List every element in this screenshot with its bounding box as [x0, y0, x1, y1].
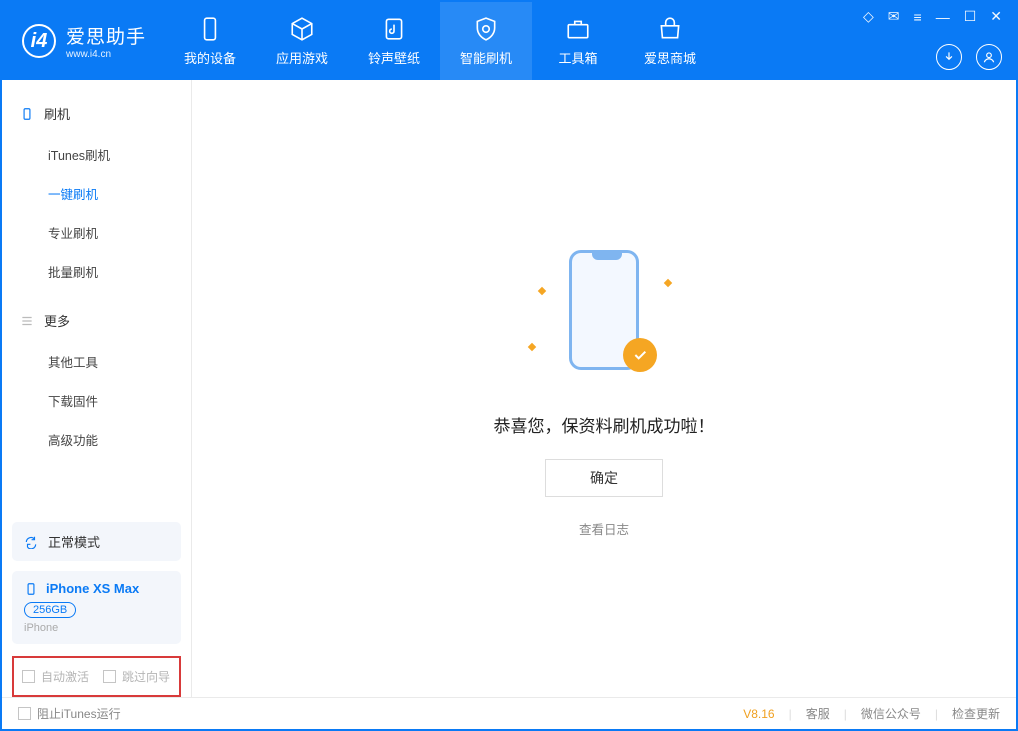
nav-ringtone-wallpaper[interactable]: 铃声壁纸: [348, 2, 440, 80]
check-update-link[interactable]: 检查更新: [952, 705, 1000, 722]
window-controls: ◇ ✉ ≡ — ☐ ✕: [863, 8, 1002, 25]
nav-label: 智能刷机: [460, 48, 512, 67]
logo-icon: i4: [22, 24, 56, 58]
nav-label: 应用游戏: [276, 48, 328, 67]
nav-store[interactable]: 爱思商城: [624, 2, 716, 80]
footer: 阻止iTunes运行 V8.16 | 客服 | 微信公众号 | 检查更新: [2, 697, 1016, 729]
menu-icon[interactable]: ≡: [914, 9, 922, 25]
checkbox-label: 跳过向导: [122, 668, 170, 685]
checkbox-icon: [103, 670, 116, 683]
sidebar-item-itunes-flash[interactable]: iTunes刷机: [2, 135, 191, 174]
success-illustration: [529, 240, 679, 390]
wechat-link[interactable]: 微信公众号: [861, 705, 921, 722]
sidebar-item-oneclick-flash[interactable]: 一键刷机: [2, 174, 191, 213]
checkbox-label: 阻止iTunes运行: [37, 705, 121, 722]
cube-icon: [289, 16, 315, 42]
device-icon: [20, 107, 34, 121]
version-label: V8.16: [743, 707, 774, 721]
check-badge-icon: [623, 338, 657, 372]
music-file-icon: [381, 16, 407, 42]
device-subtype: iPhone: [24, 622, 169, 634]
minimize-button[interactable]: —: [936, 9, 950, 25]
nav-tabs: 我的设备 应用游戏 铃声壁纸 智能刷机 工具箱 爱思商城: [164, 2, 716, 80]
device-info-box[interactable]: iPhone XS Max 256GB iPhone: [12, 571, 181, 644]
sidebar-group-label: 更多: [44, 311, 70, 330]
briefcase-icon: [565, 16, 591, 42]
device-mode-box[interactable]: 正常模式: [12, 522, 181, 561]
app-subtitle: www.i4.cn: [66, 49, 146, 60]
sidebar: 刷机 iTunes刷机 一键刷机 专业刷机 批量刷机 更多 其他工具 下载固件 …: [2, 80, 192, 697]
success-message: 恭喜您，保资料刷机成功啦！: [494, 412, 715, 437]
refresh-icon: [24, 535, 38, 549]
phone-icon: [24, 582, 38, 596]
nav-smart-flash[interactable]: 智能刷机: [440, 2, 532, 80]
nav-toolbox[interactable]: 工具箱: [532, 2, 624, 80]
shirt-icon[interactable]: ◇: [863, 8, 874, 25]
sidebar-item-advanced[interactable]: 高级功能: [2, 420, 191, 459]
header: i4 爱思助手 www.i4.cn 我的设备 应用游戏 铃声壁纸 智能刷机: [2, 2, 1016, 80]
close-button[interactable]: ✕: [990, 8, 1002, 25]
device-capacity: 256GB: [24, 602, 76, 618]
nav-my-device[interactable]: 我的设备: [164, 2, 256, 80]
view-log-link[interactable]: 查看日志: [579, 519, 629, 538]
device-mode-label: 正常模式: [48, 532, 100, 551]
user-button[interactable]: [976, 44, 1002, 70]
sidebar-group-flash: 刷机: [2, 98, 191, 129]
logo: i4 爱思助手 www.i4.cn: [2, 2, 164, 80]
list-icon: [20, 314, 34, 328]
checkbox-icon: [22, 670, 35, 683]
checkbox-block-itunes[interactable]: 阻止iTunes运行: [18, 705, 121, 722]
checkbox-label: 自动激活: [41, 668, 89, 685]
store-icon: [657, 16, 683, 42]
sidebar-group-label: 刷机: [44, 104, 70, 123]
nav-apps-games[interactable]: 应用游戏: [256, 2, 348, 80]
nav-label: 爱思商城: [644, 48, 696, 67]
nav-label: 工具箱: [559, 48, 598, 67]
nav-label: 我的设备: [184, 48, 236, 67]
feedback-icon[interactable]: ✉: [888, 8, 900, 25]
sidebar-group-more: 更多: [2, 305, 191, 336]
checkbox-skip-guide[interactable]: 跳过向导: [103, 668, 170, 685]
device-name: iPhone XS Max: [46, 581, 139, 596]
sidebar-item-other-tools[interactable]: 其他工具: [2, 342, 191, 381]
download-button[interactable]: [936, 44, 962, 70]
sidebar-item-download-firmware[interactable]: 下载固件: [2, 381, 191, 420]
support-link[interactable]: 客服: [806, 705, 830, 722]
maximize-button[interactable]: ☐: [964, 8, 977, 25]
checkbox-icon: [18, 707, 31, 720]
sidebar-item-batch-flash[interactable]: 批量刷机: [2, 252, 191, 291]
sidebar-item-pro-flash[interactable]: 专业刷机: [2, 213, 191, 252]
ok-button[interactable]: 确定: [545, 459, 663, 497]
highlight-box: 自动激活 跳过向导: [12, 656, 181, 697]
app-title: 爱思助手: [66, 22, 146, 49]
phone-icon: [197, 16, 223, 42]
shield-refresh-icon: [473, 16, 499, 42]
checkbox-auto-activate[interactable]: 自动激活: [22, 668, 89, 685]
main-content: 恭喜您，保资料刷机成功啦！ 确定 查看日志: [192, 80, 1016, 697]
app-window: i4 爱思助手 www.i4.cn 我的设备 应用游戏 铃声壁纸 智能刷机: [0, 0, 1018, 731]
nav-label: 铃声壁纸: [368, 48, 420, 67]
